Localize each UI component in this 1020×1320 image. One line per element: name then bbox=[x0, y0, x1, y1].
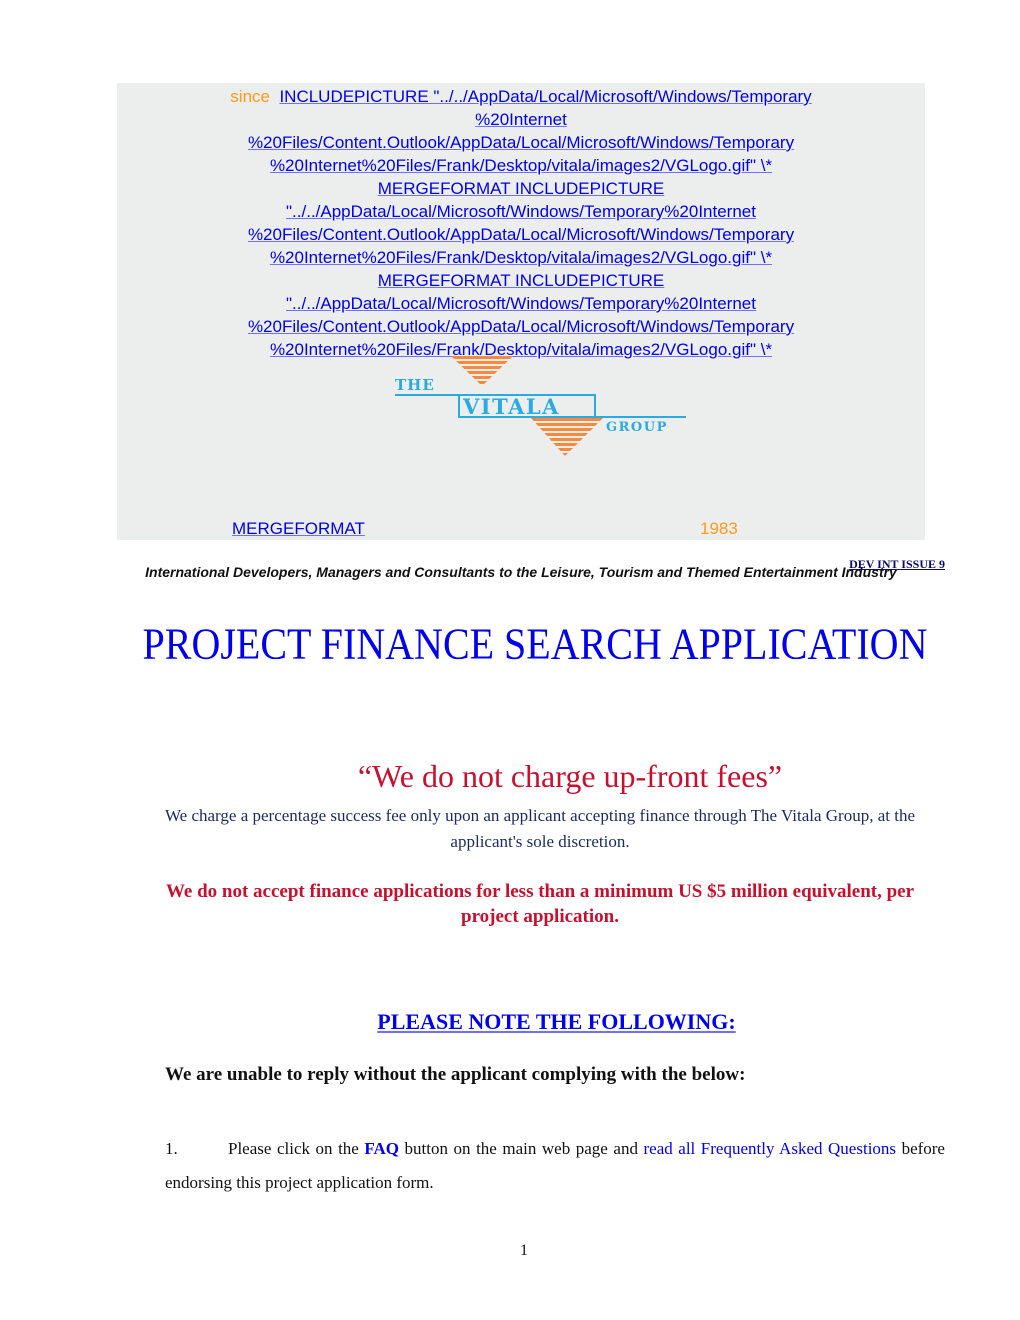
company-tagline: International Developers, Managers and C… bbox=[145, 564, 897, 580]
page-number-text: 1 bbox=[520, 1242, 528, 1259]
field-code-link[interactable]: %20Files/Content.Outlook/AppData/Local/M… bbox=[248, 133, 794, 152]
letterhead-box: since INCLUDEPICTURE "../../AppData/Loca… bbox=[117, 83, 925, 580]
field-code-link[interactable]: %20Internet%20Files/Frank/Desktop/vitala… bbox=[270, 156, 772, 175]
logo-group-text: GROUP bbox=[606, 420, 668, 435]
merge-row: MERGEFORMAT 1983 bbox=[117, 519, 925, 543]
page-title: PROJECT FINANCE SEARCH APPLICATION bbox=[0, 618, 1020, 669]
field-code-link[interactable]: %20Files/Content.Outlook/AppData/Local/M… bbox=[248, 225, 794, 244]
list-item: 1. Please click on the FAQ button on the … bbox=[165, 1132, 945, 1200]
field-code-link[interactable]: %20Internet bbox=[475, 110, 567, 129]
field-code-link[interactable]: MERGEFORMAT INCLUDEPICTURE bbox=[378, 271, 665, 290]
list-item-number: 1. bbox=[165, 1139, 178, 1158]
field-code-link[interactable]: %20Files/Content.Outlook/AppData/Local/M… bbox=[248, 317, 794, 336]
logo-the-text: THE bbox=[395, 376, 435, 394]
faq-read-link[interactable]: read all Frequently Asked Questions bbox=[643, 1139, 896, 1158]
field-code-line: since INCLUDEPICTURE "../../AppData/Loca… bbox=[117, 85, 925, 108]
bottom-orange-triangle bbox=[531, 418, 603, 456]
logo-vitala-text: VITALA bbox=[462, 394, 560, 419]
field-code-link[interactable]: %20Internet%20Files/Frank/Desktop/vitala… bbox=[270, 248, 772, 267]
compliance-notice: We are unable to reply without the appli… bbox=[165, 1064, 746, 1085]
no-upfront-fees-quote: “We do not charge up-front fees” bbox=[0, 758, 1020, 795]
mergeformat-link[interactable]: MERGEFORMAT bbox=[232, 519, 365, 539]
please-note-heading: PLEASE NOTE THE FOLLOWING: bbox=[0, 1009, 1020, 1035]
top-orange-triangle bbox=[451, 356, 513, 384]
list-item-text: Please click on the bbox=[228, 1139, 365, 1158]
field-code-link[interactable]: INCLUDEPICTURE "../../AppData/Local/Micr… bbox=[279, 87, 811, 106]
vitala-group-logo: THE VITALA GROUP bbox=[395, 356, 686, 456]
faq-reference: FAQ bbox=[364, 1139, 400, 1158]
page-number: 1 bbox=[0, 1242, 1020, 1260]
minimum-amount-paragraph: We do not accept finance applications fo… bbox=[165, 881, 915, 927]
field-code-link[interactable]: MERGEFORMAT INCLUDEPICTURE bbox=[378, 179, 665, 198]
field-code-block: since INCLUDEPICTURE "../../AppData/Loca… bbox=[117, 85, 925, 361]
fee-paragraph: We charge a percentage success fee only … bbox=[164, 806, 916, 851]
field-code-link[interactable]: "../../AppData/Local/Microsoft/Windows/T… bbox=[286, 202, 756, 221]
since-year: 1983 bbox=[700, 519, 738, 538]
since-label: since bbox=[230, 87, 270, 106]
field-code-link[interactable]: "../../AppData/Local/Microsoft/Windows/T… bbox=[286, 294, 756, 313]
page-title-text: PROJECT FINANCE SEARCH APPLICATION bbox=[142, 618, 928, 669]
list-item-text: button on the main web page and bbox=[399, 1139, 644, 1158]
issue-label: DEV INT ISSUE 9 bbox=[849, 557, 945, 571]
please-note-text: PLEASE NOTE THE FOLLOWING: bbox=[377, 1009, 736, 1034]
quote-text: “We do not charge up-front fees” bbox=[357, 758, 783, 794]
